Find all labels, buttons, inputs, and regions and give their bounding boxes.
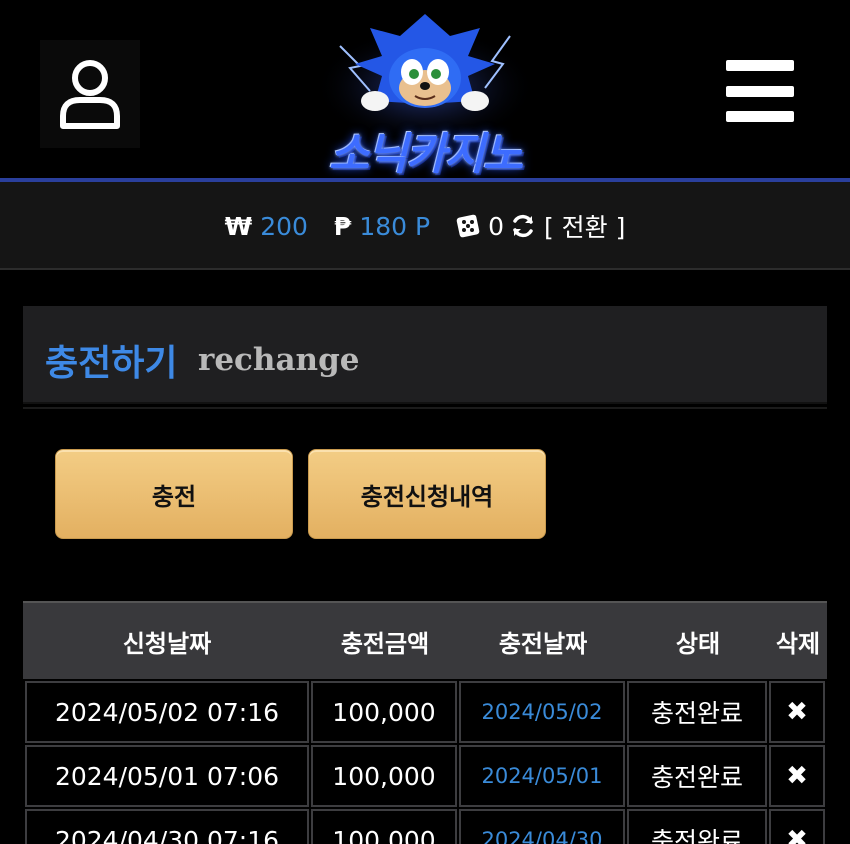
charge-history-table: 신청날짜 충전금액 충전날짜 상태 삭제 2024/05/02 07:16 10…: [23, 601, 827, 844]
delete-icon[interactable]: ✖: [769, 809, 825, 844]
col-charge-date: 충전날짜: [498, 629, 588, 658]
request-date-cell: 2024/05/01 07:06: [25, 745, 309, 807]
amount-cell: 100,000: [311, 745, 457, 807]
refresh-icon[interactable]: [510, 213, 536, 239]
table-row: 2024/05/01 07:06 100,000 2024/05/01 충전완료…: [23, 743, 827, 807]
delete-icon[interactable]: ✖: [769, 745, 825, 807]
point-balance: 180 P: [359, 211, 431, 241]
col-amount: 충전금액: [340, 629, 430, 658]
dice-icon: [456, 214, 480, 238]
delete-icon[interactable]: ✖: [769, 681, 825, 743]
col-request-date: 신청날짜: [122, 629, 212, 658]
sonic-mascot-icon: [315, 14, 535, 136]
section-divider: [23, 407, 827, 409]
site-logo[interactable]: 소닉카지노: [300, 6, 550, 180]
request-date-cell: 2024/05/02 07:16: [25, 681, 309, 743]
amount-cell: 100,000: [311, 681, 457, 743]
hamburger-menu-button[interactable]: [720, 52, 800, 130]
point-icon: ₱: [333, 211, 352, 241]
logo-text: 소닉카지노: [328, 129, 523, 180]
hamburger-menu-icon: [726, 60, 794, 71]
amount-cell: 100,000: [311, 809, 457, 844]
won-icon: ₩: [224, 211, 253, 241]
won-balance: 200: [260, 211, 308, 241]
user-button[interactable]: [40, 40, 140, 148]
table-header: 신청날짜 충전금액 충전날짜 상태 삭제: [23, 601, 827, 679]
status-cell: 충전완료: [627, 809, 767, 844]
page-title: 충전하기: [45, 343, 178, 384]
status-cell: 충전완료: [627, 745, 767, 807]
charge-date-cell: 2024/05/02: [459, 681, 625, 743]
col-status: 상태: [675, 629, 721, 658]
toggle-link[interactable]: [ 전환 ]: [544, 208, 625, 244]
charge-date-cell: 2024/04/30: [459, 809, 625, 844]
request-date-cell: 2024/04/30 07:16: [25, 809, 309, 844]
table-row: 2024/04/30 07:16 100,000 2024/04/30 충전완료…: [23, 807, 827, 844]
col-delete: 삭제: [775, 629, 821, 658]
charge-button[interactable]: 충전: [55, 449, 293, 539]
site-header: 소닉카지노: [0, 0, 850, 180]
section-header: 충전하기 rechange: [23, 306, 827, 404]
page-subtitle: rechange: [198, 342, 360, 378]
user-icon: [60, 60, 120, 129]
status-cell: 충전완료: [627, 681, 767, 743]
table-row: 2024/05/02 07:16 100,000 2024/05/02 충전완료…: [23, 679, 827, 743]
dice-count: 0: [488, 211, 504, 241]
charge-date-cell: 2024/05/01: [459, 745, 625, 807]
balance-bar: ₩ 200 ₱ 180 P 0 [ 전환 ]: [0, 182, 850, 270]
charge-history-button[interactable]: 충전신청내역: [308, 449, 546, 539]
